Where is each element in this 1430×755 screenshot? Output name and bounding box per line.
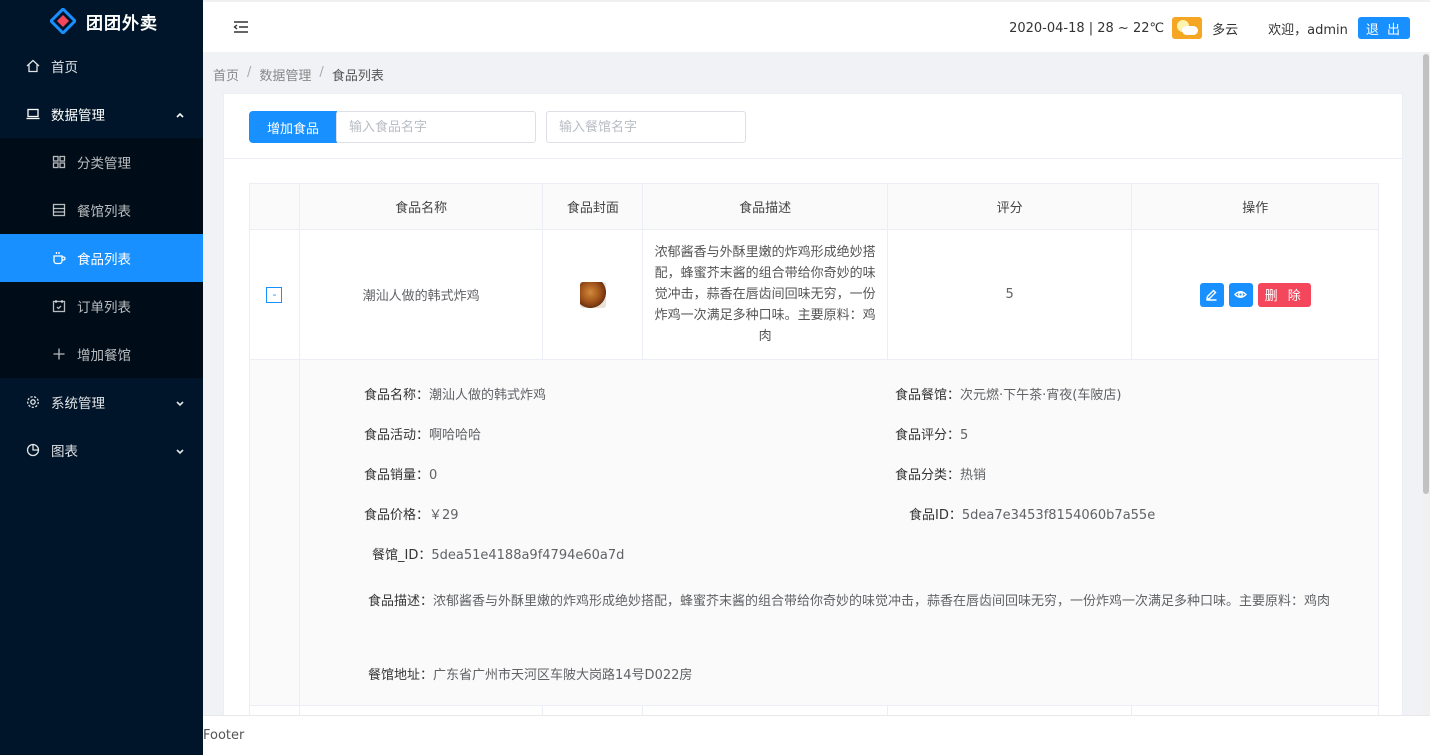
- app-logo[interactable]: 团团外卖: [0, 0, 203, 42]
- detail-food-activity: 食品活动：啊哈哈哈: [364, 428, 482, 443]
- app-title: 团团外卖: [86, 13, 158, 34]
- food-name-cell: 潮汕人做的韩式炸鸡: [300, 230, 544, 359]
- sidebar-item-home[interactable]: 首页: [0, 42, 203, 90]
- partly-cloudy-icon: [1172, 17, 1203, 39]
- sidebar-item-orders[interactable]: 订单列表: [0, 282, 203, 330]
- logout-button[interactable]: 退 出: [1357, 17, 1410, 39]
- eye-icon: [1234, 291, 1248, 298]
- laptop-icon: [26, 107, 40, 121]
- breadcrumb-data-management[interactable]: 数据管理: [259, 65, 311, 84]
- food-table: 食品名称 食品封面 食品描述 评分 操作 - 潮汕人做的韩式炸鸡 浓郁酱香与外酥…: [249, 183, 1379, 726]
- menu-fold-icon[interactable]: [233, 20, 249, 34]
- column-header: 操作: [1132, 184, 1378, 229]
- sidebar-item-restaurants[interactable]: 餐馆列表: [0, 186, 203, 234]
- sidebar: 团团外卖 首页 数据管理 分类管理 餐馆列表 食品列表 订单列表 增加餐馆 系统…: [0, 0, 203, 755]
- weather-info: 2020-04-18 | 28 ~ 22℃: [1009, 20, 1165, 36]
- table-header: 食品名称 食品封面 食品描述 评分 操作: [250, 184, 1378, 230]
- sidebar-item-category[interactable]: 分类管理: [0, 138, 203, 186]
- sidebar-item-system[interactable]: 系统管理: [0, 378, 203, 426]
- column-header: 食品封面: [543, 184, 644, 229]
- footer: Footer: [203, 715, 1430, 755]
- detail-food-description: 食品描述：浓郁酱香与外酥里嫩的炸鸡形成绝妙搭配，蜂蜜芥末酱的组合带给你奇妙的味觉…: [368, 594, 1331, 609]
- scrollbar-thumb[interactable]: [1423, 54, 1429, 494]
- calendar-icon: [52, 299, 66, 313]
- sidebar-item-label: 首页: [51, 60, 78, 76]
- column-header: 食品描述: [643, 184, 888, 229]
- food-list-card: 增加食品 食品名称 食品封面 食品描述 评分 操作 - 潮汕人做的韩式炸鸡 浓郁…: [223, 93, 1403, 733]
- edit-button[interactable]: [1199, 282, 1224, 307]
- header-right: 2020-04-18 | 28 ~ 22℃ 多云 欢迎，admin 退 出: [1009, 15, 1410, 41]
- expand-cell: -: [250, 230, 300, 359]
- detail-food-price: 食品价格：￥29: [364, 508, 459, 523]
- delete-button[interactable]: 删 除: [1257, 282, 1311, 307]
- grid-icon: [52, 155, 66, 169]
- detail-food-id: 食品ID：5dea7e3453f8154060b7a55e: [909, 508, 1156, 523]
- home-icon: [26, 59, 40, 73]
- column-header: 评分: [887, 184, 1133, 229]
- sidebar-item-label: 增加餐馆: [77, 348, 131, 364]
- expand-column-header: [250, 184, 300, 229]
- sidebar-item-add-restaurant[interactable]: 增加餐馆: [0, 330, 203, 378]
- food-description-cell: 浓郁酱香与外酥里嫩的炸鸡形成绝妙搭配，蜂蜜芥末酱的组合带给你奇妙的味觉冲击，蒜香…: [643, 230, 888, 359]
- sidebar-item-label: 食品列表: [77, 252, 131, 268]
- sidebar-item-foods[interactable]: 食品列表: [0, 234, 203, 282]
- sidebar-item-label: 订单列表: [77, 300, 131, 316]
- gear-icon: [26, 395, 40, 409]
- sidebar-item-label: 图表: [51, 444, 78, 460]
- chevron-down-icon: [175, 396, 185, 407]
- welcome-text: 欢迎，admin: [1268, 22, 1348, 38]
- detail-shop-id: 餐馆_ID：5dea51e4188a9f4794e60a7d: [372, 548, 625, 563]
- store-icon: [52, 203, 66, 217]
- sidebar-item-label: 分类管理: [77, 156, 131, 172]
- view-button[interactable]: [1228, 282, 1253, 307]
- sidebar-item-data-management[interactable]: 数据管理: [0, 90, 203, 138]
- pie-chart-icon: [26, 443, 40, 457]
- logo-icon: [48, 6, 78, 36]
- sidebar-item-charts[interactable]: 图表: [0, 426, 203, 474]
- chevron-down-icon: [175, 444, 185, 455]
- breadcrumb-home[interactable]: 首页: [213, 65, 239, 84]
- data-management-submenu: 分类管理 餐馆列表 食品列表 订单列表 增加餐馆: [0, 138, 203, 378]
- food-name-search-input[interactable]: [336, 111, 536, 143]
- top-header: 2020-04-18 | 28 ~ 22℃ 多云 欢迎，admin 退 出: [203, 0, 1430, 52]
- detail-food-shop: 食品餐馆：次元燃·下午茶·宵夜(车陂店): [895, 388, 1122, 403]
- coffee-icon: [52, 251, 66, 265]
- breadcrumb-current: 食品列表: [331, 69, 384, 84]
- detail-food-sales: 食品销量：0: [364, 468, 438, 483]
- operations-cell: 删 除: [1132, 230, 1378, 359]
- restaurant-name-search-input[interactable]: [546, 111, 746, 143]
- breadcrumb: 首页 / 数据管理 / 食品列表: [213, 65, 384, 84]
- breadcrumb-separator: /: [319, 65, 324, 80]
- breadcrumb-separator: /: [247, 65, 252, 80]
- sidebar-item-label: 系统管理: [51, 396, 105, 412]
- sidebar-item-label: 餐馆列表: [77, 204, 131, 220]
- weather-description: 多云: [1212, 22, 1239, 38]
- toolbar: 增加食品: [224, 94, 1402, 159]
- expanded-detail: 食品名称：潮汕人做的韩式炸鸡 食品餐馆：次元燃·下午茶·宵夜(车陂店) 食品活动…: [250, 360, 1378, 706]
- plus-icon: [52, 347, 66, 361]
- page-scrollbar[interactable]: [1422, 52, 1430, 715]
- food-cover-cell: [543, 230, 644, 359]
- detail-food-name: 食品名称：潮汕人做的韩式炸鸡: [364, 388, 547, 403]
- table-row: - 潮汕人做的韩式炸鸡 浓郁酱香与外酥里嫩的炸鸡形成绝妙搭配，蜂蜜芥末酱的组合带…: [250, 230, 1378, 360]
- chevron-up-icon: [175, 108, 185, 118]
- collapse-row-button[interactable]: -: [266, 286, 283, 303]
- add-food-button[interactable]: 增加食品: [249, 111, 337, 143]
- food-cover-image: [579, 281, 606, 308]
- detail-food-rating: 食品评分：5: [895, 428, 969, 443]
- food-rating-cell: 5: [888, 230, 1133, 359]
- edit-icon: [1206, 289, 1217, 301]
- column-header: 食品名称: [299, 184, 544, 229]
- detail-food-category: 食品分类：热销: [895, 468, 987, 483]
- detail-shop-address: 餐馆地址：广东省广州市天河区车陂大岗路14号D022房: [368, 668, 693, 683]
- sidebar-item-label: 数据管理: [51, 108, 105, 124]
